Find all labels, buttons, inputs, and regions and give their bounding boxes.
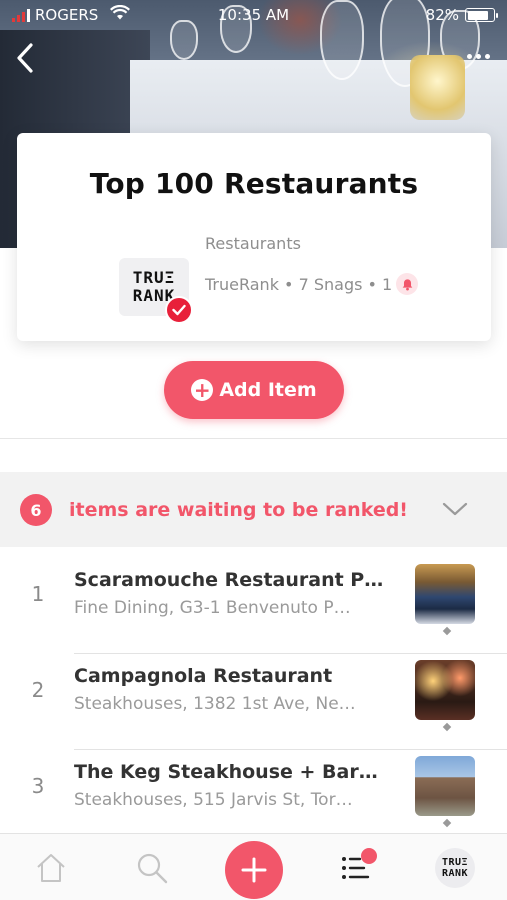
item-subtitle: Steakhouses, 515 Jarvis St, Tor… [74,790,353,810]
waiting-count-badge: 6 [20,494,52,526]
drag-handle-icon[interactable] [442,722,452,732]
drag-handle-icon[interactable] [442,626,452,636]
bell-icon[interactable] [396,273,419,295]
more-button[interactable] [463,48,493,64]
add-item-label: Add Item [219,379,317,401]
page-title: Top 100 Restaurants [89,167,419,200]
back-button[interactable] [10,40,40,76]
home-icon [37,854,65,882]
battery-icon [465,8,498,22]
list-category[interactable]: Restaurants [205,234,301,253]
tab-home[interactable] [33,850,69,886]
tab-add[interactable] [225,841,283,899]
plus-icon [241,857,267,883]
status-bar: ROGERS 10:35 AM 82% [0,0,507,30]
tab-bar: TRUΞ RANK [0,833,507,900]
waiting-message: items are waiting to be ranked! [69,499,408,521]
add-item-button[interactable]: + Add Item [164,361,344,419]
item-rank: 2 [31,678,45,702]
tab-profile[interactable]: TRUΞ RANK [435,848,475,888]
list-item[interactable]: 3 The Keg Steakhouse + Bar… Steakhouses,… [0,750,507,846]
item-thumbnail[interactable] [415,756,475,816]
list-meta: TrueRank • 7 Snags • 1 [205,273,419,295]
list-item[interactable]: 2 Campagnola Restaurant Steakhouses, 138… [0,654,507,750]
item-rank: 1 [31,582,45,606]
checkmark-icon [172,304,186,316]
item-thumbnail[interactable] [415,660,475,720]
ellipsis-icon [466,53,472,59]
search-icon [137,853,168,884]
notification-dot [361,848,377,864]
item-thumbnail[interactable] [415,564,475,624]
list-header-card: Top 100 Restaurants Restaurants TRUΞ RAN… [17,133,491,341]
drag-handle-icon[interactable] [442,818,452,828]
item-subtitle: Steakhouses, 1382 1st Ave, Ne… [74,694,356,714]
item-rank: 3 [31,774,45,798]
item-name: Scaramouche Restaurant P… [74,569,384,591]
waiting-banner[interactable]: 6 items are waiting to be ranked! [0,472,507,547]
item-subtitle: Fine Dining, G3-1 Benvenuto P… [74,598,351,618]
chevron-left-icon [17,43,33,73]
tab-lists[interactable] [337,848,377,886]
list-item[interactable]: 1 Scaramouche Restaurant P… Fine Dining,… [0,558,507,654]
tab-search[interactable] [134,850,170,886]
item-name: The Keg Steakhouse + Bar… [74,761,378,783]
verified-badge [165,296,193,324]
battery-percent: 82% [425,6,459,24]
list-meta-text: TrueRank • 7 Snags • 1 [205,274,393,294]
chevron-down-icon[interactable] [442,500,468,518]
divider [0,438,507,439]
item-name: Campagnola Restaurant [74,665,333,687]
plus-circle-icon: + [191,379,214,401]
